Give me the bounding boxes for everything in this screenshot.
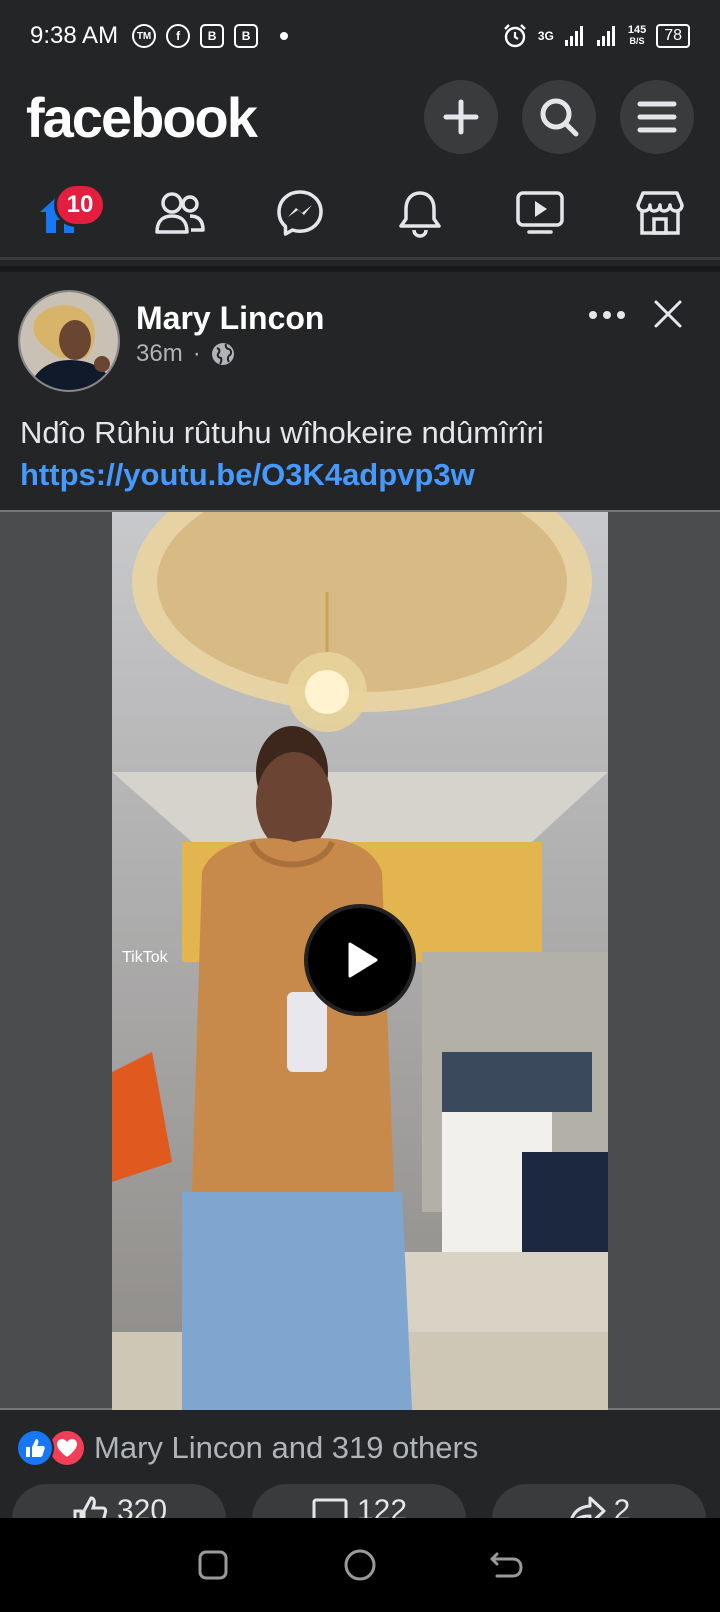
like-reaction-icon — [16, 1429, 54, 1467]
post-caption: Ndîo Rûhiu rûtuhu wîhokeire ndûmîrîri — [20, 415, 544, 450]
status-notification-icons: TM f B B — [132, 24, 289, 48]
tab-home[interactable]: 10 — [20, 173, 106, 253]
network-speed: 145 B/S — [628, 25, 646, 47]
author-avatar[interactable] — [18, 290, 120, 392]
tiktok-watermark: TikTok — [122, 949, 169, 966]
system-navigation-bar — [0, 1518, 720, 1612]
tm-app-icon: TM — [132, 24, 157, 48]
network-speed-unit: B/S — [629, 36, 645, 46]
like-icon — [73, 1496, 108, 1520]
tab-notifications[interactable] — [380, 173, 460, 253]
create-button[interactable] — [424, 80, 498, 154]
menu-icon — [637, 101, 677, 133]
marketplace-icon — [636, 190, 684, 235]
signal-icon-2 — [596, 26, 615, 46]
watch-icon — [516, 190, 564, 234]
reactions-summary[interactable]: Mary Lincon and 319 others — [0, 1412, 720, 1484]
post-options-button[interactable] — [582, 300, 632, 330]
search-button[interactable] — [522, 80, 596, 154]
dot-icon — [603, 311, 611, 319]
post-link[interactable]: https://youtu.be/O3K4adpvp3w — [20, 454, 700, 496]
friends-icon — [155, 191, 205, 234]
status-right: 3G 145 B/S 78 — [502, 23, 690, 49]
share-button[interactable]: 2 — [492, 1484, 706, 1520]
post-header: Mary Lincon 36m · — [0, 272, 720, 392]
menu-button[interactable] — [620, 80, 694, 154]
tab-marketplace[interactable] — [620, 173, 700, 253]
post-actions: 320 122 2 — [0, 1484, 720, 1520]
dot-icon — [617, 311, 625, 319]
alarm-icon — [503, 24, 526, 48]
back-icon — [490, 1552, 523, 1578]
header-buttons — [424, 80, 694, 154]
globe-icon — [211, 343, 234, 365]
avatar-image — [20, 292, 118, 390]
messenger-icon — [277, 189, 323, 236]
plus-icon — [443, 99, 479, 135]
home-system-button[interactable] — [340, 1545, 380, 1585]
tab-watch[interactable] — [500, 173, 580, 253]
search-icon — [540, 98, 579, 137]
reactions-text: Mary Lincon and 319 others — [94, 1430, 479, 1465]
share-icon — [569, 1496, 606, 1520]
dot-icon — [589, 311, 597, 319]
main-nav-tabs: 10 — [0, 168, 720, 260]
app-header: facebook — [0, 72, 720, 162]
back-button[interactable] — [487, 1545, 527, 1585]
comment-count: 122 — [356, 1494, 408, 1520]
play-icon — [348, 942, 378, 978]
home-circle-icon — [344, 1549, 376, 1581]
like-button[interactable]: 320 — [12, 1484, 226, 1520]
recent-apps-button[interactable] — [193, 1545, 233, 1585]
post-time[interactable]: 36m — [136, 340, 183, 368]
status-time: 9:38 AM — [30, 22, 119, 49]
battery-indicator: 78 — [656, 24, 690, 48]
comment-icon — [312, 1498, 348, 1520]
post-author-name[interactable]: Mary Lincon — [136, 300, 324, 337]
meta-separator: · — [192, 340, 201, 367]
share-count: 2 — [613, 1494, 631, 1520]
close-icon[interactable] — [648, 294, 688, 334]
post-text: Ndîo Rûhiu rûtuhu wîhokeire ndûmîrîri ht… — [20, 412, 700, 496]
like-count: 320 — [116, 1494, 168, 1520]
tab-friends[interactable] — [140, 173, 220, 253]
comment-button[interactable]: 122 — [252, 1484, 466, 1520]
status-bar: 9:38 AM TM f B B 3G 145 B/S 78 — [0, 0, 720, 72]
b-app-icon: B — [200, 24, 225, 48]
recent-apps-icon — [198, 1550, 228, 1580]
post-meta: 36m · — [136, 340, 235, 368]
network-type: 3G — [537, 29, 554, 43]
home-notification-badge: 10 — [54, 182, 106, 227]
notifications-icon — [399, 190, 441, 238]
b-app-icon-2: B — [234, 24, 259, 48]
play-button[interactable] — [304, 904, 416, 1016]
facebook-notif-icon: f — [166, 24, 191, 48]
facebook-logo: facebook — [26, 85, 258, 149]
tab-messenger[interactable] — [260, 173, 340, 253]
network-speed-value: 145 — [627, 24, 647, 36]
more-notifications-dot — [280, 32, 289, 40]
signal-icon — [564, 26, 583, 46]
